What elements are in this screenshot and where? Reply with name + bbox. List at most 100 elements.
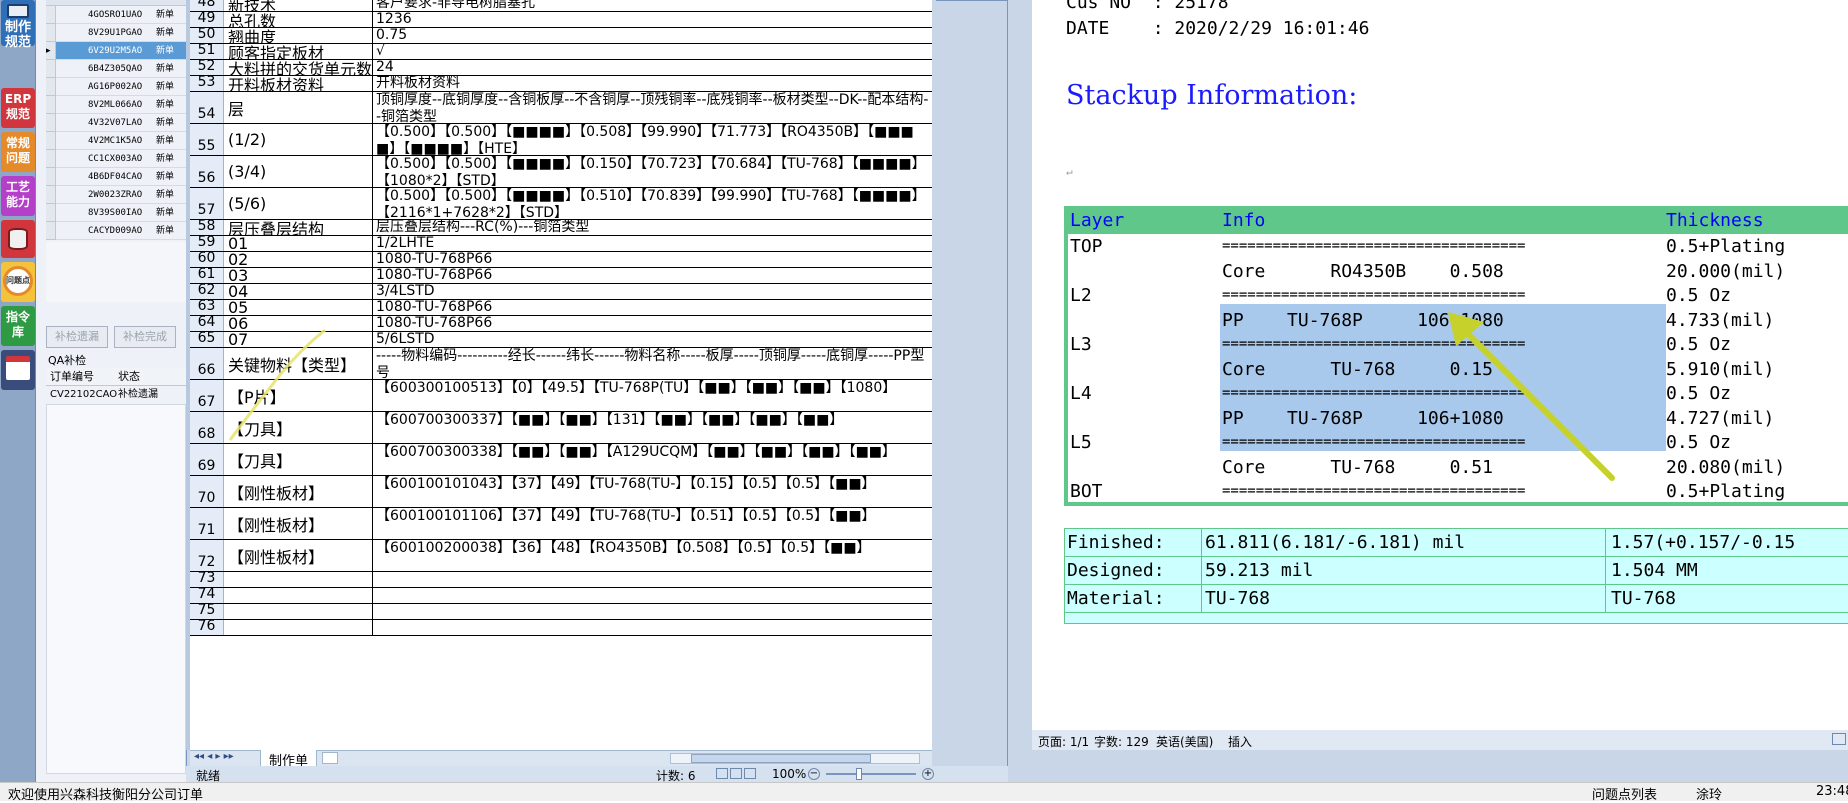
cell-value[interactable]: 1080-TU-768P66 xyxy=(373,316,932,331)
order-row[interactable]: 8V2ML066AO 新单 xyxy=(46,96,196,114)
row-number[interactable]: 52 xyxy=(190,58,224,75)
cell-label[interactable]: 03 xyxy=(224,268,373,283)
cell-label[interactable]: 顾客指定板材 xyxy=(224,44,373,59)
row-selector[interactable] xyxy=(46,24,56,42)
sheet-row[interactable]: 69 【刀具】 【600700300338】【■■】【■■】【A129UCQM】【■… xyxy=(190,444,932,476)
horizontal-scrollbar[interactable] xyxy=(670,753,920,764)
cell-label[interactable]: 开料板材资料 xyxy=(224,76,373,91)
cell-value[interactable]: 顶铜厚度--底铜厚度--含铜板厚--不含铜厚--顶残铜率--底残铜率--板材类型… xyxy=(373,92,932,123)
cell-value[interactable]: 【600100101106】【37】【49】【TU-768(TU-】【0.51】… xyxy=(373,508,932,539)
row-selector[interactable] xyxy=(46,114,56,132)
order-row[interactable]: CC1CX003AO 新单 xyxy=(46,150,196,168)
sheet-row[interactable]: 72 【刚性板材】 【600100200038】【36】【48】【RO4350B】【… xyxy=(190,540,932,572)
row-number[interactable]: 60 xyxy=(190,250,224,267)
cell-label[interactable]: 02 xyxy=(224,252,373,267)
cell-value[interactable]: 【0.500】【0.500】【■■■■】【0.510】【70.839】【99.9… xyxy=(373,188,932,219)
cell-label[interactable]: 翘曲度 xyxy=(224,28,373,43)
cell-value[interactable]: 【600100200038】【36】【48】【RO4350B】【0.508】【0… xyxy=(373,540,932,571)
sheet-row[interactable]: 54 层顶铜厚度--底铜厚度--含铜板厚--不含铜厚--顶残铜率--底残铜率--板… xyxy=(190,92,932,124)
cell-value[interactable]: 客户要求-非导电树脂塞孔 xyxy=(373,0,932,11)
cell-label[interactable] xyxy=(224,604,373,619)
row-number[interactable]: 73 xyxy=(190,570,224,587)
row-number[interactable]: 56 xyxy=(190,156,224,187)
cell-label[interactable] xyxy=(224,620,373,635)
row-number[interactable]: 74 xyxy=(190,586,224,603)
cell-value[interactable]: 1236 xyxy=(373,12,932,27)
cell-label[interactable] xyxy=(224,572,373,587)
cell-value[interactable]: -----物料编码----------经长------纬长------物料名称-… xyxy=(373,348,932,379)
launcher-button-commands[interactable]: 指令 库 xyxy=(1,306,35,346)
sheet-row[interactable]: 71 【刚性板材】 【600100101106】【37】【49】【TU-768(TU… xyxy=(190,508,932,540)
order-row[interactable]: 4B6DF04CAO 新单 xyxy=(46,168,196,186)
row-number[interactable]: 61 xyxy=(190,266,224,283)
cell-label[interactable]: 04 xyxy=(224,284,373,299)
row-number[interactable]: 66 xyxy=(190,348,224,379)
row-number[interactable]: 54 xyxy=(190,92,224,123)
row-number[interactable]: 64 xyxy=(190,314,224,331)
cell-value[interactable] xyxy=(373,604,932,619)
zoom-out-icon[interactable]: − xyxy=(808,768,820,780)
row-number[interactable]: 51 xyxy=(190,42,224,59)
row-number[interactable]: 49 xyxy=(190,10,224,27)
row-number[interactable]: 50 xyxy=(190,26,224,43)
sheet-row[interactable]: 76 xyxy=(190,618,932,636)
row-number[interactable]: 65 xyxy=(190,330,224,347)
row-selector[interactable] xyxy=(46,204,56,222)
zoom-slider-thumb[interactable] xyxy=(856,768,862,780)
sheet-row[interactable]: 48 新技术 客户要求-非导电树脂塞孔 xyxy=(190,0,932,12)
cell-label[interactable]: 【刀具】 xyxy=(224,412,373,443)
cell-value[interactable]: 开料板材资料 xyxy=(373,76,932,91)
zoom-slider[interactable] xyxy=(826,773,916,775)
row-selector[interactable] xyxy=(46,132,56,150)
cell-label[interactable]: 06 xyxy=(224,316,373,331)
cell-label[interactable]: 05 xyxy=(224,300,373,315)
sheet-row[interactable]: 56 (3/4) 【0.500】【0.500】【■■■■】【0.150】【70.72… xyxy=(190,156,932,188)
row-number[interactable]: 69 xyxy=(190,444,224,475)
cell-value[interactable]: 1080-TU-768P66 xyxy=(373,252,932,267)
row-selector[interactable] xyxy=(46,186,56,204)
row-number[interactable]: 63 xyxy=(190,298,224,315)
sheet-row[interactable]: 63 05 1080-TU-768P66 xyxy=(190,298,932,316)
sheet-row[interactable]: 68 【刀具】 【600700300337】【■■】【■■】【131】【■■】【■■… xyxy=(190,412,932,444)
row-selector[interactable] xyxy=(46,222,56,240)
order-row[interactable]: 8V39S00IAO 新单 xyxy=(46,204,196,222)
cell-label[interactable]: 【P片】 xyxy=(224,380,373,411)
launcher-button-spec[interactable]: 制作 规范 xyxy=(1,0,35,50)
scrollbar-thumb[interactable] xyxy=(691,754,871,763)
word-document[interactable]: Cus NO : 25178 DATE : 2020/2/29 16:01:46… xyxy=(1032,0,1848,730)
order-row[interactable]: 4V32V07LAO 新单 xyxy=(46,114,196,132)
row-selector[interactable] xyxy=(46,96,56,114)
sheet-row[interactable]: 55 (1/2) 【0.500】【0.500】【■■■■】【0.508】【99.99… xyxy=(190,124,932,156)
row-selector[interactable] xyxy=(46,6,56,24)
sheet-row[interactable]: 60 02 1080-TU-768P66 xyxy=(190,250,932,268)
row-number[interactable]: 72 xyxy=(190,540,224,571)
cell-label[interactable]: (5/6) xyxy=(224,188,373,219)
sheet-row[interactable]: 51 顾客指定板材 √ xyxy=(190,42,932,60)
cell-value[interactable]: 【0.500】【0.500】【■■■■】【0.150】【70.723】【70.6… xyxy=(373,156,932,187)
launcher-button-common[interactable]: 常规 问题 xyxy=(1,132,35,172)
row-number[interactable]: 57 xyxy=(190,188,224,219)
taskbar-problem-list[interactable]: 问题点列表 xyxy=(1592,784,1657,803)
row-selector[interactable] xyxy=(46,60,56,78)
cell-label[interactable]: 【刀具】 xyxy=(224,444,373,475)
order-row[interactable]: AG16P002AO 新单 xyxy=(46,78,196,96)
order-row[interactable]: ▸ 6V29U2M5AO 新单 xyxy=(46,42,196,60)
cell-label[interactable]: 关键物料【类型】 xyxy=(224,348,373,379)
cell-value[interactable]: 层压叠层结构---RC(%)---铜箔类型 xyxy=(373,220,932,235)
sheet-row[interactable]: 59 01 1/2LHTE xyxy=(190,234,932,252)
row-number[interactable]: 68 xyxy=(190,412,224,443)
cell-value[interactable]: 【600100101043】【37】【49】【TU-768(TU-】【0.15】… xyxy=(373,476,932,507)
row-selector[interactable]: ▸ xyxy=(46,42,56,60)
sheet-row[interactable]: 53 开料板材资料 开料板材资料 xyxy=(190,74,932,92)
cell-label[interactable]: 总孔数 xyxy=(224,12,373,27)
cell-label[interactable]: 层压叠层结构 xyxy=(224,220,373,235)
row-number[interactable]: 70 xyxy=(190,476,224,507)
cell-value[interactable]: 3/4LSTD xyxy=(373,284,932,299)
sheet-row[interactable]: 49 总孔数 1236 xyxy=(190,10,932,28)
sheet-row[interactable]: 58 层压叠层结构 层压叠层结构---RC(%)---铜箔类型 xyxy=(190,218,932,236)
cell-value[interactable]: 24 xyxy=(373,60,932,75)
cell-value[interactable] xyxy=(373,588,932,603)
row-number[interactable]: 59 xyxy=(190,234,224,251)
sheet-row[interactable]: 67 【P片】 【600300100513】【0】【49.5】【TU-768P(TU… xyxy=(190,380,932,412)
cell-label[interactable]: 大料拼的交货单元数 xyxy=(224,60,373,75)
